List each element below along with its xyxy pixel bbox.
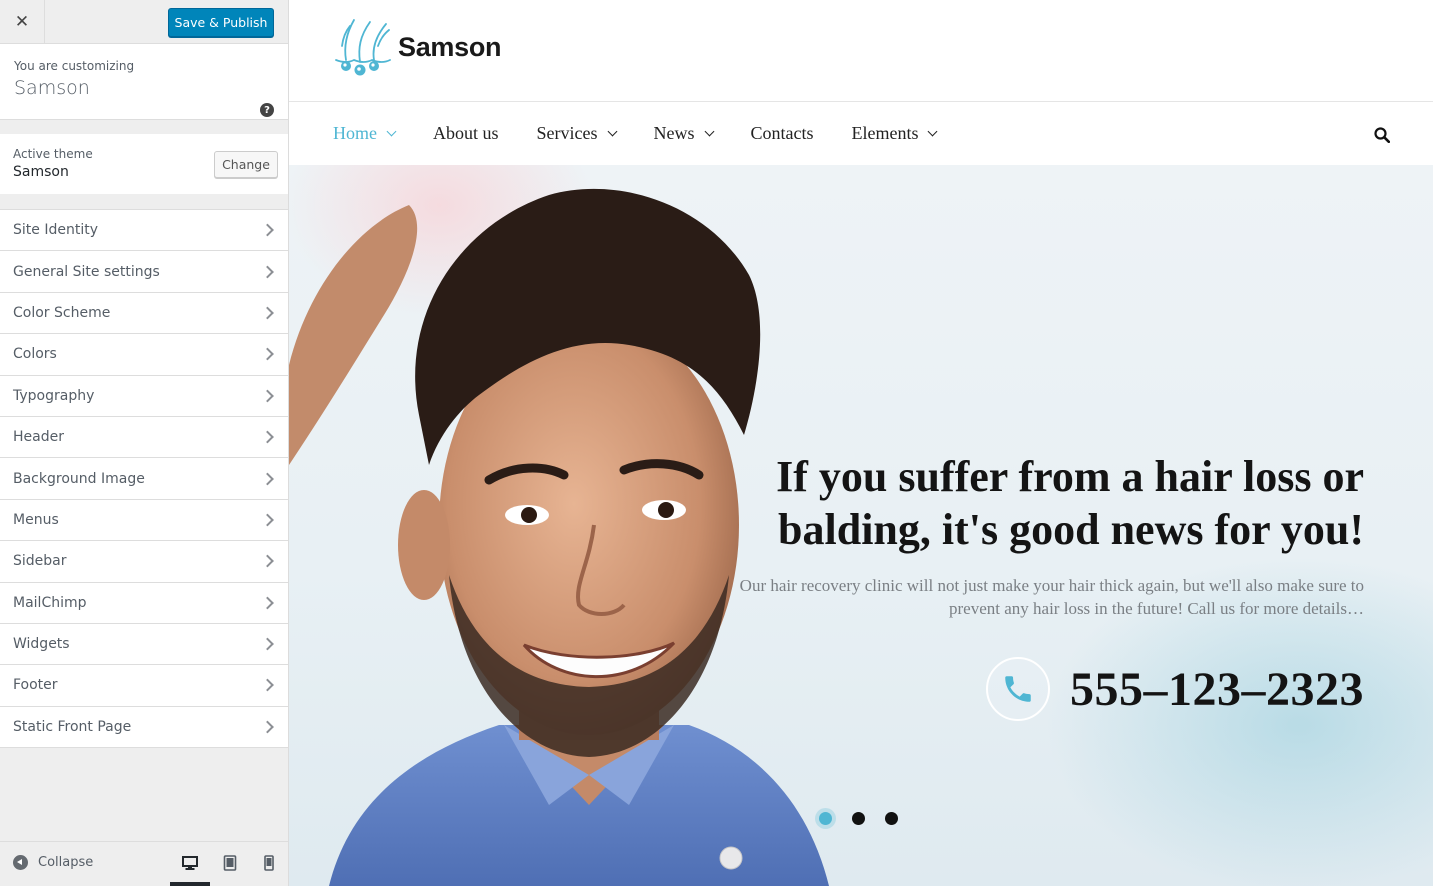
search-icon[interactable] (1374, 127, 1390, 143)
section-label: Static Front Page (13, 718, 132, 735)
nav-label: Home (333, 123, 377, 143)
slider-pagination (819, 812, 918, 825)
hero-title: If you suffer from a hair loss or baldin… (776, 452, 1364, 554)
section-label: Background Image (13, 470, 145, 487)
section-label: General Site settings (13, 263, 160, 280)
section-colors[interactable]: Colors (0, 334, 288, 376)
close-icon[interactable]: ✕ (0, 0, 45, 44)
section-label: Site Identity (13, 222, 98, 239)
section-site-identity[interactable]: Site Identity (0, 210, 288, 252)
save-publish-button[interactable]: Save & Publish (168, 8, 274, 37)
nav-item-about-us[interactable]: About us (433, 123, 499, 144)
customizer-footer: Collapse (0, 841, 288, 886)
chevron-right-icon (261, 430, 274, 444)
nav-item-contacts[interactable]: Contacts (751, 123, 814, 144)
chevron-right-icon (261, 389, 274, 403)
tablet-icon[interactable] (222, 855, 238, 871)
chevron-right-icon (261, 554, 274, 568)
section-label: Sidebar (13, 553, 67, 570)
nav-label: News (653, 123, 695, 143)
customizer-panel: ✕ Save & Publish You are customizing Sam… (0, 0, 289, 886)
question-circle-icon[interactable]: ? (260, 103, 274, 117)
section-typography[interactable]: Typography (0, 375, 288, 417)
hero-text-block: If you suffer from a hair loss or baldin… (724, 450, 1364, 620)
customizing-label: You are customizing (14, 59, 135, 73)
slider-dot[interactable] (852, 812, 865, 825)
section-label: Typography (13, 387, 95, 404)
section-label: Footer (13, 677, 58, 694)
mobile-icon[interactable] (261, 855, 277, 871)
section-static-front-page[interactable]: Static Front Page (0, 706, 288, 749)
hero-phone-row: 555–123–2323 (986, 657, 1364, 721)
chevron-right-icon (261, 679, 274, 692)
section-label: Menus (13, 511, 59, 528)
section-header[interactable]: Header (0, 416, 288, 459)
desktop-icon[interactable] (182, 855, 198, 871)
chevron-right-icon (261, 306, 274, 320)
slider-dot[interactable] (885, 812, 898, 825)
active-device-indicator (170, 882, 210, 886)
nav-item-services[interactable]: Services (536, 123, 617, 144)
nav-label: Elements (851, 123, 919, 143)
chevron-right-icon (261, 472, 274, 485)
logo-text: Samson (398, 31, 502, 62)
section-label: Colors (13, 346, 57, 363)
nav-label: Services (536, 123, 598, 143)
section-widgets[interactable]: Widgets (0, 623, 288, 666)
section-general-site-settings[interactable]: General Site settings (0, 251, 288, 293)
section-label: MailChimp (13, 594, 87, 611)
site-preview: Samson Home About us Services News Conta… (289, 0, 1433, 886)
chevron-right-icon (261, 347, 274, 361)
nav-item-elements[interactable]: Elements (851, 123, 938, 144)
chevron-right-icon (261, 265, 274, 278)
hero-phone-number[interactable]: 555–123–2323 (1070, 662, 1364, 717)
active-theme-panel: Active theme Samson Change (0, 134, 288, 194)
section-background-image[interactable]: Background Image (0, 458, 288, 500)
phone-icon (1005, 676, 1031, 702)
chevron-right-icon (261, 513, 274, 527)
phone-icon-circle[interactable] (986, 657, 1050, 721)
collapse-arrow-icon (13, 855, 28, 870)
site-logo[interactable]: Samson (332, 16, 502, 78)
collapse-button[interactable]: Collapse (13, 855, 93, 870)
chevron-down-icon (704, 126, 714, 136)
chevron-down-icon (386, 126, 397, 136)
hero-subtitle: Our hair recovery clinic will not just m… (739, 576, 1364, 618)
section-label: Header (13, 429, 64, 446)
customizing-site-name: Samson (14, 77, 90, 99)
slider-dot[interactable] (819, 812, 832, 825)
collapse-label: Collapse (38, 855, 94, 870)
chevron-right-icon (261, 223, 274, 237)
customizer-sections: Site Identity General Site settings Colo… (0, 209, 288, 749)
nav-item-news[interactable]: News (653, 123, 714, 144)
hair-follicle-icon (335, 19, 391, 76)
section-footer[interactable]: Footer (0, 665, 288, 707)
customizer-info: You are customizing Samson ? (0, 44, 288, 120)
section-label: Widgets (13, 636, 70, 653)
hero-slider: If you suffer from a hair loss or baldin… (289, 165, 1433, 886)
chevron-right-icon (261, 720, 274, 734)
site-header: Samson (289, 0, 1433, 102)
nav-label: About us (433, 123, 499, 143)
chevron-down-icon (607, 126, 617, 136)
section-color-scheme[interactable]: Color Scheme (0, 292, 288, 335)
section-label: Color Scheme (13, 304, 111, 321)
section-menus[interactable]: Menus (0, 499, 288, 542)
nav-label: Contacts (750, 123, 814, 143)
section-mailchimp[interactable]: MailChimp (0, 582, 288, 624)
customizer-header: ✕ Save & Publish (0, 0, 288, 44)
section-sidebar[interactable]: Sidebar (0, 541, 288, 583)
change-theme-button[interactable]: Change (214, 151, 278, 178)
nav-item-home[interactable]: Home (333, 123, 397, 144)
main-navigation: Home About us Services News Contacts Ele… (289, 102, 1433, 165)
chevron-right-icon (261, 596, 274, 610)
chevron-down-icon (928, 126, 938, 136)
chevron-right-icon (261, 637, 274, 651)
